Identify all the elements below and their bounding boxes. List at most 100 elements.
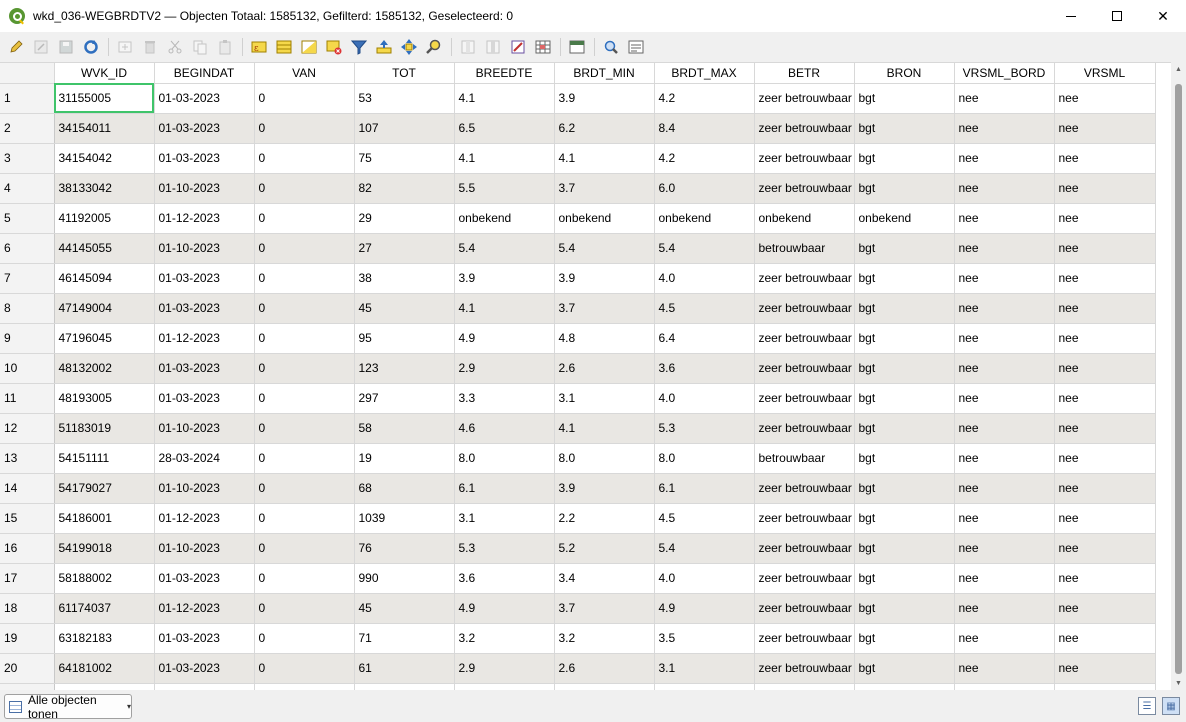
column-header[interactable]: VAN — [254, 63, 355, 84]
table-row[interactable]: 2 34154011 01-03-2023 0 107 6.5 6.2 8.4 zeer bet… — [0, 113, 1156, 144]
delete-field-icon[interactable] — [483, 37, 503, 57]
table-cell[interactable]: zeer betrouwbaar — [754, 143, 855, 174]
row-header[interactable]: 14 — [0, 473, 55, 504]
table-cell[interactable]: nee — [1054, 113, 1156, 144]
table-cell[interactable]: nee — [954, 113, 1055, 144]
row-header[interactable] — [0, 683, 55, 690]
table-cell[interactable]: nee — [954, 233, 1055, 264]
table-cell[interactable]: 44145055 — [54, 233, 155, 264]
table-cell[interactable]: nee — [954, 143, 1055, 174]
table-cell[interactable]: 0 — [254, 533, 355, 564]
table-cell[interactable]: 41192005 — [54, 203, 155, 234]
table-cell[interactable]: 58188002 — [54, 563, 155, 594]
table-cell[interactable]: 6.0 — [654, 173, 755, 204]
table-cell[interactable]: 2.9 — [454, 353, 555, 384]
table-row[interactable]: 16 54199018 01-10-2023 0 76 5.3 5.2 5.4 zeer bet… — [0, 533, 1156, 564]
table-cell[interactable]: 4.2 — [654, 83, 755, 114]
actions-icon[interactable] — [601, 37, 621, 57]
table-cell[interactable]: 01-03-2023 — [154, 623, 255, 654]
table-cell[interactable]: nee — [954, 383, 1055, 414]
table-cell[interactable]: 0 — [254, 323, 355, 354]
table-cell[interactable]: 4.9 — [654, 593, 755, 624]
table-cell[interactable] — [554, 683, 655, 690]
table-cell[interactable]: nee — [1054, 443, 1156, 474]
table-cell[interactable]: zeer betrouwbaar — [754, 173, 855, 204]
table-row[interactable]: 12 51183019 01-10-2023 0 58 4.6 4.1 5.3 zeer bet… — [0, 413, 1156, 444]
table-cell[interactable]: 53 — [354, 83, 455, 114]
table-cell[interactable]: nee — [1054, 383, 1156, 414]
table-cell[interactable]: 6.2 — [554, 113, 655, 144]
column-header[interactable]: TOT — [354, 63, 455, 84]
add-feature-icon[interactable] — [115, 37, 135, 57]
table-cell[interactable]: 01-03-2023 — [154, 563, 255, 594]
table-cell[interactable]: 5.4 — [554, 233, 655, 264]
row-header[interactable]: 3 — [0, 143, 55, 174]
table-cell[interactable]: nee — [954, 593, 1055, 624]
table-cell[interactable]: 51183019 — [54, 413, 155, 444]
table-cell[interactable]: 4.1 — [454, 143, 555, 174]
table-cell[interactable]: 01-10-2023 — [154, 413, 255, 444]
table-cell[interactable]: bgt — [854, 593, 955, 624]
form-view-icon[interactable] — [626, 37, 646, 57]
table-row[interactable]: 20 64181002 01-03-2023 0 61 2.9 2.6 3.1 zeer bet… — [0, 653, 1156, 684]
table-row[interactable]: 3 34154042 01-03-2023 0 75 4.1 4.1 4.2 zeer betr… — [0, 143, 1156, 174]
multi-edit-icon[interactable] — [31, 37, 51, 57]
row-header[interactable]: 8 — [0, 293, 55, 324]
table-row[interactable]: 6 44145055 01-10-2023 0 27 5.4 5.4 5.4 betrouwba… — [0, 233, 1156, 264]
table-cell[interactable]: 01-12-2023 — [154, 203, 255, 234]
close-button[interactable]: ✕ — [1140, 0, 1186, 32]
table-row[interactable]: 17 58188002 01-03-2023 0 990 3.6 3.4 4.0 zeer be… — [0, 563, 1156, 594]
table-cell[interactable]: nee — [954, 563, 1055, 594]
table-cell[interactable] — [454, 683, 555, 690]
table-cell[interactable]: 01-12-2023 — [154, 323, 255, 354]
table-cell[interactable]: 68 — [354, 473, 455, 504]
table-cell[interactable]: bgt — [854, 623, 955, 654]
table-cell[interactable]: 8.4 — [654, 113, 755, 144]
move-selection-top-icon[interactable] — [374, 37, 394, 57]
table-cell[interactable]: 4.0 — [654, 383, 755, 414]
table-cell[interactable]: nee — [1054, 413, 1156, 444]
table-cell[interactable]: nee — [954, 293, 1055, 324]
table-cell[interactable]: bgt — [854, 383, 955, 414]
table-row[interactable]: 7 46145094 01-03-2023 0 38 3.9 3.9 4.0 zeer betr… — [0, 263, 1156, 294]
deselect-all-icon[interactable] — [324, 37, 344, 57]
table-cell[interactable]: 0 — [254, 563, 355, 594]
table-cell[interactable]: 3.7 — [554, 593, 655, 624]
table-cell[interactable]: nee — [954, 203, 1055, 234]
table-cell[interactable]: 3.9 — [554, 83, 655, 114]
new-field-icon[interactable] — [458, 37, 478, 57]
table-cell[interactable]: 48132002 — [54, 353, 155, 384]
table-cell[interactable]: nee — [954, 623, 1055, 654]
row-header[interactable]: 2 — [0, 113, 55, 144]
expression-select-icon[interactable]: ε — [249, 37, 269, 57]
table-cell[interactable]: 61 — [354, 653, 455, 684]
table-cell[interactable]: 3.1 — [654, 653, 755, 684]
table-cell[interactable]: bgt — [854, 503, 955, 534]
table-cell[interactable]: zeer betrouwbaar — [754, 653, 855, 684]
table-cell[interactable]: nee — [1054, 293, 1156, 324]
table-cell[interactable]: 5.3 — [454, 533, 555, 564]
toggle-editing-icon[interactable] — [6, 37, 26, 57]
table-cell[interactable]: 297 — [354, 383, 455, 414]
table-cell[interactable] — [1054, 683, 1156, 690]
table-cell[interactable]: 0 — [254, 413, 355, 444]
table-cell[interactable] — [54, 683, 155, 690]
table-cell[interactable]: nee — [954, 323, 1055, 354]
table-cell[interactable]: 5.3 — [654, 413, 755, 444]
table-cell[interactable]: 4.6 — [454, 413, 555, 444]
table-cell[interactable]: 71 — [354, 623, 455, 654]
table-cell[interactable]: 6.1 — [454, 473, 555, 504]
table-cell[interactable]: zeer betrouwbaar — [754, 263, 855, 294]
table-cell[interactable]: nee — [954, 653, 1055, 684]
feature-filter-button[interactable]: Alle objecten tonen ▾ — [4, 693, 132, 721]
pan-to-selection-icon[interactable] — [399, 37, 419, 57]
table-cell[interactable]: 0 — [254, 263, 355, 294]
table-row[interactable]: 10 48132002 01-03-2023 0 123 2.9 2.6 3.6 zeer be… — [0, 353, 1156, 384]
table-cell[interactable]: 4.1 — [454, 293, 555, 324]
table-cell[interactable] — [254, 683, 355, 690]
table-cell[interactable]: 47196045 — [54, 323, 155, 354]
table-cell[interactable]: 54186001 — [54, 503, 155, 534]
field-calculator-icon[interactable] — [508, 37, 528, 57]
table-cell[interactable]: 0 — [254, 83, 355, 114]
table-cell[interactable]: 5.2 — [554, 533, 655, 564]
